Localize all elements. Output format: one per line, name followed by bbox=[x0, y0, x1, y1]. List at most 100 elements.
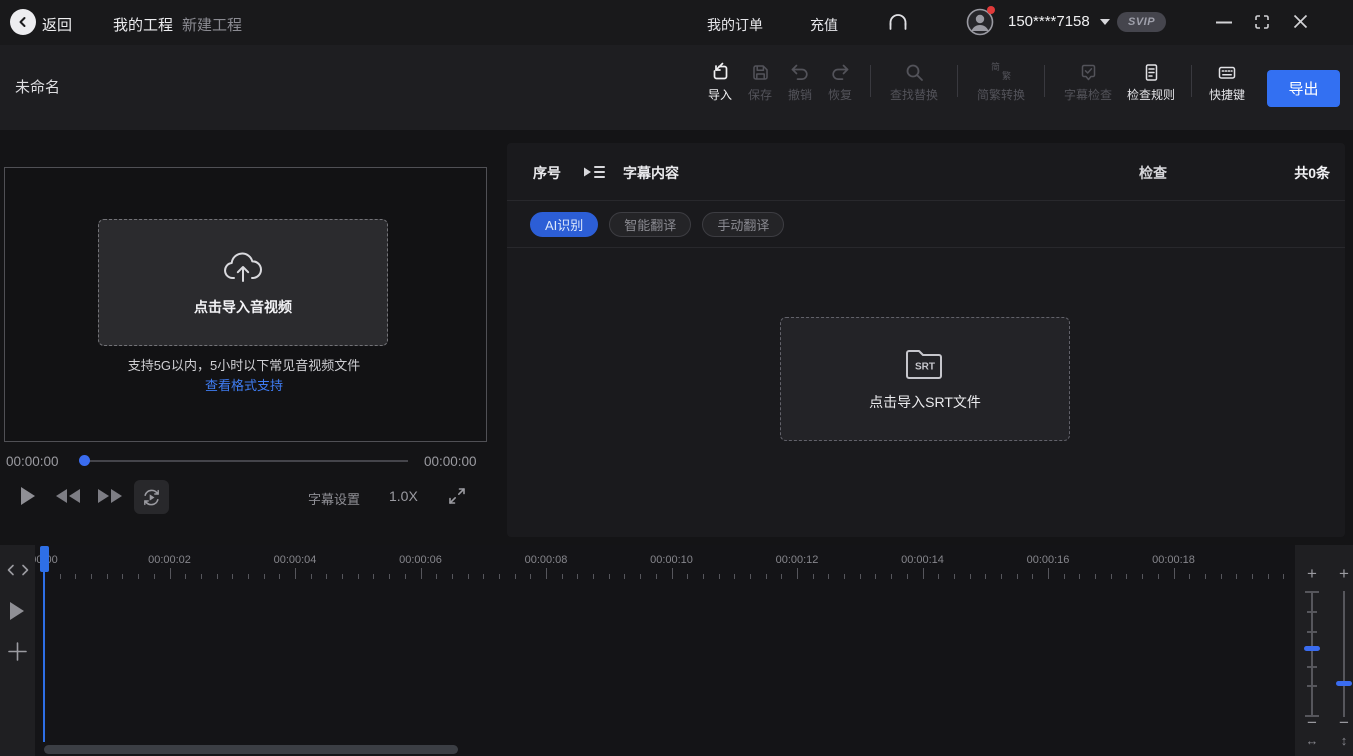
fast-forward-button[interactable] bbox=[97, 489, 122, 503]
simplified-traditional-button[interactable]: 简繁 简繁转换 bbox=[968, 62, 1034, 103]
ruler-tick bbox=[1079, 574, 1080, 579]
vzoom-in-button[interactable]: + bbox=[1334, 564, 1353, 584]
chevron-down-icon[interactable] bbox=[1100, 19, 1110, 25]
timeline-play-icon[interactable] bbox=[10, 602, 25, 620]
ruler-tick bbox=[1283, 574, 1284, 579]
find-replace-button[interactable]: 查找替换 bbox=[881, 62, 947, 103]
account-number[interactable]: 150****7158 bbox=[1008, 13, 1090, 30]
ruler-time-label: 00:00:12 bbox=[776, 554, 819, 566]
total-time: 00:00:00 bbox=[424, 454, 477, 469]
ruler-time-label: 00:00:02 bbox=[148, 554, 191, 566]
hzoom-axis-icon: ↔ bbox=[1302, 733, 1322, 748]
ruler-tick bbox=[734, 574, 735, 579]
close-button[interactable] bbox=[1293, 14, 1308, 29]
hzoom-slider[interactable] bbox=[1298, 589, 1326, 719]
tab-manual-translation[interactable]: 手动翻译 bbox=[702, 212, 784, 237]
my-orders-link[interactable]: 我的订单 bbox=[707, 15, 763, 35]
ruler-tick bbox=[1252, 574, 1253, 579]
ruler-tick bbox=[122, 574, 123, 579]
ruler-tick bbox=[1158, 574, 1159, 579]
playback-speed-button[interactable]: 1.0X bbox=[389, 488, 418, 504]
maximize-button[interactable] bbox=[1255, 15, 1269, 29]
export-button[interactable]: 导出 bbox=[1267, 70, 1340, 107]
vzoom-slider-handle[interactable] bbox=[1336, 681, 1352, 686]
tab-smart-translation[interactable]: 智能翻译 bbox=[609, 212, 691, 237]
ruler-tick bbox=[624, 574, 625, 579]
ruler-tick bbox=[656, 574, 657, 579]
back-button[interactable] bbox=[10, 9, 36, 35]
headphones-support-icon[interactable] bbox=[886, 10, 910, 34]
import-button[interactable]: 导入 bbox=[700, 62, 740, 103]
ruler-tick bbox=[1001, 574, 1002, 579]
horizontal-resize-icon[interactable] bbox=[7, 564, 29, 576]
ruler-tick bbox=[107, 574, 108, 579]
ruler-tick bbox=[1095, 574, 1096, 579]
redo-button[interactable]: 恢复 bbox=[820, 62, 860, 103]
ruler-tick bbox=[60, 574, 61, 579]
check-rules-button[interactable]: 检查规则 bbox=[1121, 62, 1181, 103]
tab-ai-recognition[interactable]: AI识别 bbox=[530, 212, 598, 237]
project-title[interactable]: 未命名 bbox=[15, 76, 60, 97]
timeline-scrollbar[interactable] bbox=[44, 745, 458, 754]
import-srt-dropzone[interactable]: SRT 点击导入SRT文件 bbox=[780, 317, 1070, 441]
ruler-tick bbox=[1017, 574, 1018, 579]
loop-play-button[interactable] bbox=[134, 480, 169, 514]
ruler-tick bbox=[326, 574, 327, 579]
rewind-button[interactable] bbox=[56, 489, 81, 503]
ruler-tick bbox=[405, 574, 406, 579]
ruler-tick bbox=[1048, 568, 1049, 579]
ruler-tick bbox=[264, 574, 265, 579]
toolbar-tools: 导入 保存 撤销 bbox=[700, 62, 1252, 103]
import-media-label: 点击导入音视频 bbox=[194, 297, 292, 317]
play-button[interactable] bbox=[21, 487, 36, 505]
recharge-link[interactable]: 充值 bbox=[810, 15, 838, 35]
undo-button[interactable]: 撤销 bbox=[780, 62, 820, 103]
subtitle-settings-button[interactable]: 字幕设置 bbox=[308, 489, 360, 508]
ruler-tick bbox=[875, 574, 876, 579]
save-icon bbox=[751, 62, 770, 82]
toolbar-divider bbox=[1044, 65, 1045, 97]
ruler-tick bbox=[1064, 574, 1065, 579]
ruler-tick bbox=[1111, 574, 1112, 579]
ruler-time-label: 00:00:04 bbox=[274, 554, 317, 566]
nav-new-project[interactable]: 新建工程 bbox=[182, 14, 242, 35]
ruler-tick bbox=[766, 574, 767, 579]
vzoom-out-button[interactable]: − bbox=[1334, 713, 1353, 733]
fullscreen-icon[interactable] bbox=[448, 487, 466, 505]
ruler-tick bbox=[1236, 574, 1237, 579]
check-rules-icon bbox=[1142, 62, 1161, 82]
format-support-link[interactable]: 查看格式支持 bbox=[0, 375, 488, 394]
ruler-tick bbox=[358, 574, 359, 579]
back-label[interactable]: 返回 bbox=[42, 14, 72, 35]
add-track-icon[interactable] bbox=[7, 641, 28, 662]
vzoom-slider[interactable] bbox=[1330, 589, 1353, 719]
ruler-tick bbox=[421, 568, 422, 579]
subtitle-check-button[interactable]: 字幕检查 bbox=[1055, 62, 1121, 103]
ruler-tick bbox=[279, 574, 280, 579]
import-media-dropzone[interactable]: 点击导入音视频 bbox=[98, 219, 388, 346]
tool-label: 恢复 bbox=[828, 86, 852, 103]
timeline-ruler[interactable]: 00:0000:00:0200:00:0400:00:0600:00:0800:… bbox=[35, 545, 1295, 583]
tool-label: 简繁转换 bbox=[977, 86, 1025, 103]
ruler-tick bbox=[248, 574, 249, 579]
playhead-handle[interactable] bbox=[40, 546, 49, 572]
hzoom-out-button[interactable]: − bbox=[1302, 713, 1322, 733]
minimize-button[interactable] bbox=[1216, 21, 1232, 24]
nav-my-projects[interactable]: 我的工程 bbox=[113, 14, 173, 35]
ruler-tick bbox=[217, 574, 218, 579]
seek-bar[interactable] bbox=[80, 460, 408, 462]
ruler-tick bbox=[860, 574, 861, 579]
shortcut-keys-button[interactable]: 快捷键 bbox=[1202, 62, 1252, 103]
recognition-tabs: AI识别 智能翻译 手动翻译 bbox=[530, 212, 784, 237]
hzoom-in-button[interactable]: + bbox=[1302, 564, 1322, 584]
save-button[interactable]: 保存 bbox=[740, 62, 780, 103]
check-label[interactable]: 检查 bbox=[1139, 163, 1167, 183]
ruler-tick bbox=[154, 574, 155, 579]
hzoom-slider-handle[interactable] bbox=[1304, 646, 1320, 651]
ruler-tick bbox=[640, 574, 641, 579]
subtitle-check-icon bbox=[1079, 62, 1098, 82]
play-order-icon[interactable] bbox=[583, 163, 605, 181]
seek-handle[interactable] bbox=[79, 455, 90, 466]
ruler-tick bbox=[295, 568, 296, 579]
ruler-tick bbox=[750, 574, 751, 579]
